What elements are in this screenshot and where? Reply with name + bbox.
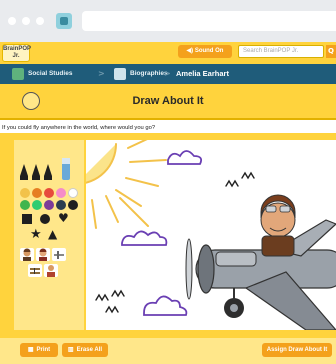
window-minimize-button[interactable]	[22, 17, 30, 25]
plane-stamp[interactable]	[52, 248, 66, 261]
thick-pen-tool[interactable]	[44, 164, 52, 180]
search-input[interactable]: Search BrainPOP Jr.	[238, 45, 324, 58]
window-maximize-button[interactable]	[36, 17, 44, 25]
speaker-icon: ◀)	[186, 48, 194, 54]
erase-all-button[interactable]: ▥ Erase All	[62, 343, 108, 357]
star-shape-icon[interactable]: ★	[30, 228, 42, 241]
breadcrumb-biographies[interactable]: Biographies	[130, 68, 168, 80]
amelia-earhart-stamp[interactable]	[20, 248, 34, 261]
color-swatch-lightgreen[interactable]	[32, 200, 42, 210]
circle-shape-icon[interactable]	[40, 214, 50, 224]
sun-drawing	[86, 140, 167, 229]
trash-icon: ▥	[67, 347, 74, 353]
drawing-prompt: If you could fly anywhere in the world, …	[2, 125, 156, 131]
search-button[interactable]: Q	[326, 45, 336, 58]
color-swatch-orange[interactable]	[32, 188, 42, 198]
color-swatch-black[interactable]	[68, 200, 78, 210]
medium-pen-tool[interactable]	[32, 164, 40, 180]
print-label: Print	[36, 347, 51, 353]
address-bar[interactable]	[82, 11, 336, 31]
print-button[interactable]: ▦ Print	[20, 343, 58, 357]
color-swatch-navy[interactable]	[56, 200, 66, 210]
browser-toolbar	[0, 0, 336, 43]
drawing-canvas[interactable]	[86, 140, 336, 330]
pilot-stamp[interactable]	[36, 248, 50, 261]
heart-shape-icon[interactable]: ♥	[58, 212, 69, 224]
page-title: Draw About It	[132, 95, 204, 107]
square-shape-icon[interactable]	[22, 214, 32, 224]
brainpop-logo[interactable]: BrainPOP Jr.	[2, 44, 31, 62]
airplane-drawing	[185, 194, 336, 330]
breadcrumb-amelia-earhart: Amelia Earhart	[176, 69, 229, 78]
sound-toggle-button[interactable]: ◀) Sound On	[178, 45, 232, 58]
printer-icon: ▦	[27, 347, 34, 353]
favicon-icon	[56, 13, 72, 29]
window-close-button[interactable]	[8, 17, 16, 25]
sound-label: Sound On	[194, 48, 224, 54]
triangle-shape-icon[interactable]: ▲	[48, 228, 57, 241]
color-swatch-green[interactable]	[20, 200, 30, 210]
breadcrumb-social-studies[interactable]: Social Studies	[28, 68, 72, 80]
page: BrainPOP Jr. ◀) Sound On Search BrainPOP…	[0, 0, 336, 364]
color-swatch-red[interactable]	[44, 188, 54, 198]
assign-button[interactable]: Assign Draw About It	[262, 343, 332, 357]
color-swatch-pink[interactable]	[56, 188, 66, 198]
biplane-stamp[interactable]	[28, 264, 42, 277]
crayon-tool[interactable]	[62, 158, 70, 180]
bird-drawing	[95, 171, 255, 314]
tool-palette: ♥ ★ ▲	[14, 140, 84, 330]
color-swatch-purple[interactable]	[44, 200, 54, 210]
brush-tools	[20, 158, 70, 180]
erase-all-label: Erase All	[76, 347, 103, 353]
color-swatch-yellow[interactable]	[20, 188, 30, 198]
breadcrumb-separator: >	[98, 69, 105, 78]
biographies-icon	[114, 68, 126, 80]
person-stamp[interactable]	[44, 264, 58, 277]
color-swatch-white[interactable]	[68, 188, 78, 198]
social-studies-icon	[12, 68, 24, 80]
thin-pen-tool[interactable]	[20, 164, 28, 180]
canvas-drawing	[86, 140, 336, 330]
breadcrumb-separator: >	[164, 69, 171, 78]
